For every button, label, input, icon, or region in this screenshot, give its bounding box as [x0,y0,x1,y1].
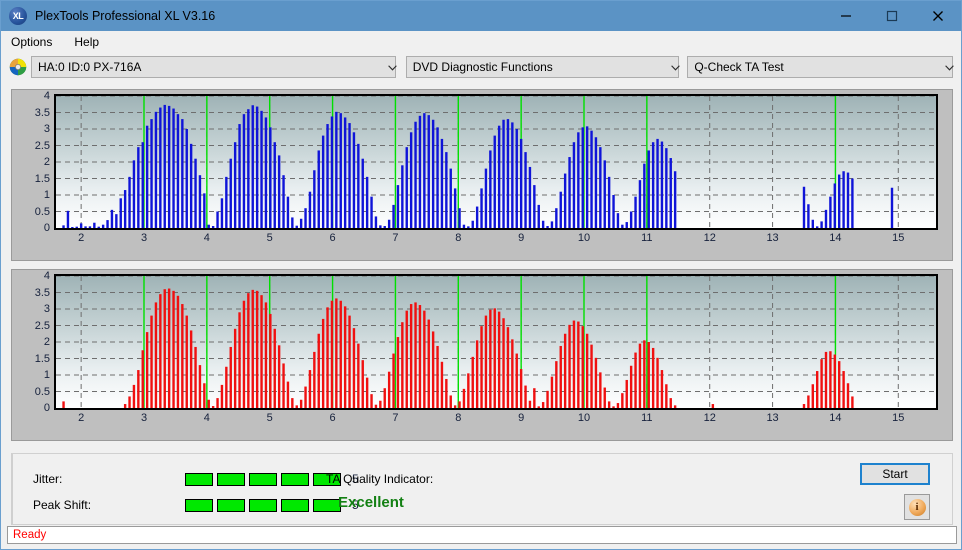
maximize-icon[interactable] [869,1,915,31]
jitter-label: Jitter: [33,472,63,486]
y-tick-label: 0.5 [34,205,50,218]
ta-quality-value: Excellent [338,494,404,511]
x-tick-label: 10 [577,412,591,424]
x-tick-label: 7 [392,232,399,244]
x-tick-label: 14 [829,232,842,244]
x-tick-label: 3 [140,412,148,424]
start-button[interactable]: Start [860,463,930,485]
status-bar: Ready [7,526,957,544]
y-axis-labels-top: 0 0.5 1 1.5 2 2.5 3 3.5 4 [12,90,52,234]
y-tick-label: 1 [43,369,50,381]
y-tick-label: 1 [43,189,50,201]
x-tick-label: 15 [892,232,905,244]
plextools-window: XL PlexTools Professional XL V3.16 Optio… [0,0,962,550]
y-tick-label: 4 [43,90,50,102]
y-tick-label: 0 [43,402,50,414]
menu-bar: Options Help [1,31,961,52]
x-tick-label: 6 [329,232,336,244]
y-tick-label: 4 [43,270,50,282]
status-text: Ready [13,529,47,541]
y-tick-label: 1.5 [34,352,50,365]
x-tick-label: 12 [703,412,716,424]
info-button[interactable]: i [904,494,930,520]
y-tick-label: 2 [43,156,50,168]
peak-shift-label: Peak Shift: [33,498,92,512]
meter-segment [217,472,245,486]
drive-select[interactable]: HA:0 ID:0 PX-716A [31,56,397,78]
jitter-meter [185,472,341,486]
meter-segment [185,498,213,512]
test-select[interactable]: Q-Check TA Test [687,56,954,78]
x-tick-label: 4 [203,412,210,424]
y-tick-label: 3 [43,123,50,135]
window-controls [823,1,961,31]
x-tick-label: 11 [641,412,653,424]
y-tick-label: 2 [43,336,50,348]
x-tick-label: 2 [78,412,85,424]
plot-canvas-top [54,94,938,230]
x-tick-label: 9 [518,232,525,244]
y-tick-label: 3 [43,303,50,315]
x-axis-labels-top: 2 3 4 5 6 7 8 9 10 11 12 13 14 15 [54,232,938,252]
meter-segment [185,472,213,486]
disc-icon [9,58,27,76]
x-tick-label: 7 [392,412,399,424]
x-tick-label: 14 [829,412,842,424]
meter-segment [281,498,309,512]
x-tick-label: 5 [266,412,273,424]
x-tick-label: 4 [203,232,210,244]
x-tick-label: 9 [518,412,525,424]
meter-segment [249,472,277,486]
x-tick-label: 13 [766,412,779,424]
title-bar: XL PlexTools Professional XL V3.16 [1,1,961,31]
function-select[interactable]: DVD Diagnostic Functions [405,56,681,78]
info-icon: i [908,498,926,516]
y-tick-label: 3.5 [34,286,50,299]
y-tick-label: 2.5 [34,139,50,152]
peak-shift-row: Peak Shift: 5 [33,498,359,512]
x-tick-label: 8 [455,232,462,244]
meter-segment [313,498,341,512]
jitter-row: Jitter: 5 [33,472,359,486]
minimize-icon[interactable] [823,1,869,31]
chart-panel-pit: 0 0.5 1 1.5 2 2.5 3 3.5 4 2 3 4 5 6 7 8 9 10 11 12 13 14 15 [11,89,953,261]
x-tick-label: 8 [455,412,462,424]
results-panel: Jitter: 5 Peak Shift: 5 TA Quality Indic… [11,453,953,525]
plot-area-top [54,94,938,230]
x-axis-labels-bottom: 2 3 4 5 6 7 8 9 10 11 12 13 14 15 [54,412,938,432]
meter-segment [217,498,245,512]
menu-item-options[interactable]: Options [8,33,61,51]
y-tick-label: 0 [43,222,50,234]
x-tick-label: 13 [766,232,779,244]
window-title: PlexTools Professional XL V3.16 [35,9,216,23]
y-axis-labels-bottom: 0 0.5 1 1.5 2 2.5 3 3.5 4 [12,270,52,414]
meter-segment [281,472,309,486]
y-tick-label: 3.5 [34,106,50,119]
test-select-value: Q-Check TA Test [694,60,784,74]
y-tick-label: 2.5 [34,319,50,332]
plot-area-bottom [54,274,938,410]
chart-panel-land: 0 0.5 1 1.5 2 2.5 3 3.5 4 2 3 4 5 6 7 8 9 10 11 12 13 14 15 [11,269,953,441]
toolbar-selectors: HA:0 ID:0 PX-716A DVD Diagnostic Functio… [1,52,961,82]
y-tick-label: 0.5 [34,385,50,398]
function-select-value: DVD Diagnostic Functions [412,60,553,74]
x-tick-label: 12 [703,232,716,244]
drive-select-value: HA:0 ID:0 PX-716A [38,60,142,74]
x-tick-label: 2 [78,232,85,244]
plot-canvas-bottom [54,274,938,410]
x-tick-label: 10 [577,232,591,244]
app-logo-xl-icon: XL [9,7,27,25]
x-tick-label: 15 [892,412,905,424]
peak-shift-meter [185,498,341,512]
close-icon[interactable] [915,1,961,31]
x-tick-label: 3 [140,232,148,244]
ta-quality-label: TA Quality Indicator: [326,472,434,486]
x-tick-label: 11 [641,232,653,244]
x-tick-label: 6 [329,412,336,424]
menu-item-help[interactable]: Help [71,33,108,51]
meter-segment [249,498,277,512]
x-tick-label: 5 [266,232,273,244]
y-tick-label: 1.5 [34,172,50,185]
